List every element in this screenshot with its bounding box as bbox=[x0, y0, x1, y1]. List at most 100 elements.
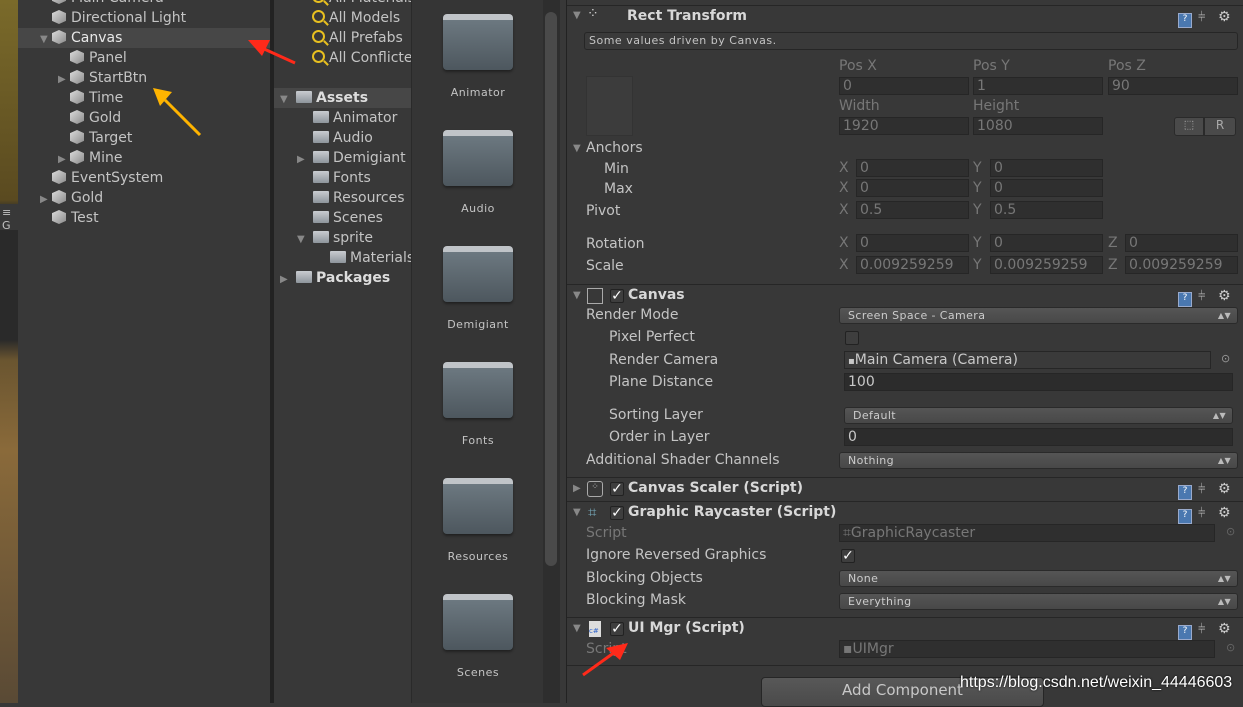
menu-icon[interactable]: ≡ bbox=[2, 206, 11, 219]
grid-folder[interactable]: Animator bbox=[442, 14, 514, 99]
gear-icon[interactable]: ⚙ bbox=[1218, 9, 1231, 25]
project-folder[interactable]: Animator bbox=[274, 108, 411, 128]
pixel-perfect-checkbox[interactable] bbox=[845, 331, 859, 345]
favorite-search[interactable]: All Models bbox=[312, 8, 400, 28]
anchor-preset-button[interactable] bbox=[586, 76, 633, 136]
canvas-scaler-enabled-checkbox[interactable]: ✓ bbox=[610, 482, 624, 496]
collapsed-arrow-icon[interactable]: ▶ bbox=[58, 150, 70, 170]
collapse-arrow-icon[interactable]: ▼ bbox=[573, 623, 581, 634]
canvas-component-header[interactable]: ▼ ✓ Canvas ? ⫩ ⚙ bbox=[567, 284, 1243, 307]
render-camera-field[interactable]: ▪Main Camera (Camera) bbox=[844, 351, 1211, 369]
expand-arrow-icon[interactable]: ▶ bbox=[573, 483, 581, 494]
gear-icon[interactable]: ⚙ bbox=[1218, 288, 1231, 304]
gear-icon[interactable]: ⚙ bbox=[1218, 481, 1231, 497]
project-folder[interactable]: ▶ Demigiant bbox=[274, 148, 411, 168]
ignore-reversed-checkbox[interactable]: ✓ bbox=[841, 549, 855, 563]
height-field[interactable]: 1080 bbox=[973, 117, 1103, 135]
minx-field[interactable]: 0 bbox=[856, 159, 969, 177]
favorite-search[interactable]: All Conflicted bbox=[312, 48, 411, 68]
gear-icon[interactable]: ⚙ bbox=[1218, 621, 1231, 637]
hierarchy-item[interactable]: Time bbox=[18, 88, 270, 108]
render-mode-dropdown[interactable]: Screen Space - Camera ▲▼ bbox=[839, 307, 1238, 324]
expanded-arrow-icon[interactable]: ▼ bbox=[40, 30, 52, 50]
favorite-search[interactable]: All Materials bbox=[312, 0, 411, 8]
miny-field[interactable]: 0 bbox=[990, 159, 1103, 177]
sorting-layer-dropdown[interactable]: Default ▲▼ bbox=[844, 407, 1233, 424]
hierarchy-item[interactable]: Panel bbox=[18, 48, 270, 68]
project-folder[interactable]: ▶ Packages bbox=[274, 268, 411, 288]
project-folder[interactable]: Fonts bbox=[274, 168, 411, 188]
rect-transform-header[interactable]: ▼ ⁘ Rect Transform ? ⫩ ⚙ bbox=[567, 5, 1243, 28]
collapsed-arrow-icon[interactable]: ▶ bbox=[40, 190, 52, 210]
rotz-field[interactable]: 0 bbox=[1125, 234, 1238, 252]
hierarchy-item[interactable]: ▶ Mine bbox=[18, 148, 270, 168]
maxy-field[interactable]: 0 bbox=[990, 179, 1103, 197]
hierarchy-item[interactable]: ▼ Canvas bbox=[18, 28, 270, 48]
project-folder[interactable]: Materials bbox=[274, 248, 411, 268]
canvas-enabled-checkbox[interactable]: ✓ bbox=[610, 289, 624, 303]
blocking-mask-dropdown[interactable]: Everything ▲▼ bbox=[839, 593, 1238, 610]
canvas-scaler-header[interactable]: ▶ ⁘ ✓ Canvas Scaler (Script) ? ⫩ ⚙ bbox=[567, 477, 1243, 500]
pos-z-field[interactable]: 90 bbox=[1108, 77, 1238, 95]
hierarchy-item[interactable]: Directional Light bbox=[18, 8, 270, 28]
project-folder[interactable]: Resources bbox=[274, 188, 411, 208]
hierarchy-item[interactable]: Main Camera bbox=[18, 0, 270, 8]
favorite-search[interactable]: All Prefabs bbox=[312, 28, 403, 48]
project-folder[interactable]: Audio bbox=[274, 128, 411, 148]
pivx-field[interactable]: 0.5 bbox=[856, 201, 969, 219]
help-icon[interactable]: ? bbox=[1178, 485, 1192, 500]
rotx-field[interactable]: 0 bbox=[856, 234, 969, 252]
maxx-field[interactable]: 0 bbox=[856, 179, 969, 197]
pivy-field[interactable]: 0.5 bbox=[990, 201, 1103, 219]
scz-field[interactable]: 0.009259259 bbox=[1125, 256, 1238, 274]
hierarchy-item[interactable]: Test bbox=[18, 208, 270, 228]
pos-x-field[interactable]: 0 bbox=[839, 77, 969, 95]
expanded-arrow-icon[interactable]: ▼ bbox=[280, 90, 296, 110]
help-icon[interactable]: ? bbox=[1178, 625, 1192, 640]
object-picker-icon[interactable]: ⊙ bbox=[1221, 352, 1230, 365]
grid-folder[interactable]: Audio bbox=[442, 130, 514, 215]
help-icon[interactable]: ? bbox=[1178, 13, 1192, 28]
hierarchy-item[interactable]: EventSystem bbox=[18, 168, 270, 188]
ui-mgr-header[interactable]: ▼ c# ✓ UI Mgr (Script) ? ⫩ ⚙ bbox=[567, 617, 1243, 640]
order-in-layer-field[interactable]: 0 bbox=[844, 428, 1233, 446]
grid-folder[interactable]: Resources bbox=[442, 478, 514, 563]
hierarchy-item[interactable]: ▶ StartBtn bbox=[18, 68, 270, 88]
graphic-raycaster-header[interactable]: ▼ ⌗ ✓ Graphic Raycaster (Script) ? ⫩ ⚙ bbox=[567, 501, 1243, 524]
raw-edit-button[interactable]: R bbox=[1204, 117, 1236, 136]
blueprint-mode-button[interactable]: ⬚ bbox=[1174, 117, 1204, 136]
ui-mgr-enabled-checkbox[interactable]: ✓ bbox=[610, 622, 624, 636]
scene-tab[interactable]: ≡ G bbox=[0, 204, 18, 232]
shader-channels-dropdown[interactable]: Nothing ▲▼ bbox=[839, 452, 1238, 469]
collapsed-arrow-icon[interactable]: ▶ bbox=[58, 70, 70, 90]
width-field[interactable]: 1920 bbox=[839, 117, 969, 135]
preset-icon[interactable]: ⫩ bbox=[1198, 10, 1212, 25]
project-folder[interactable]: Scenes bbox=[274, 208, 411, 228]
hierarchy-item[interactable]: ▶ Gold bbox=[18, 188, 270, 208]
grid-folder[interactable]: Demigiant bbox=[442, 246, 514, 331]
collapsed-arrow-icon[interactable]: ▶ bbox=[280, 270, 296, 290]
pos-y-field[interactable]: 1 bbox=[973, 77, 1103, 95]
grid-folder[interactable]: Fonts bbox=[442, 362, 514, 447]
preset-icon[interactable]: ⫩ bbox=[1198, 482, 1212, 497]
anchors-arrow-icon[interactable]: ▼ bbox=[573, 143, 581, 154]
project-folder[interactable]: ▼ Assets bbox=[274, 88, 411, 108]
collapse-arrow-icon[interactable]: ▼ bbox=[573, 507, 581, 518]
grid-folder[interactable]: Scenes bbox=[442, 594, 514, 679]
project-folder[interactable]: ▼ sprite bbox=[274, 228, 411, 248]
roty-field[interactable]: 0 bbox=[990, 234, 1103, 252]
plane-distance-field[interactable]: 100 bbox=[844, 373, 1233, 391]
preset-icon[interactable]: ⫩ bbox=[1198, 289, 1212, 304]
help-icon[interactable]: ? bbox=[1178, 292, 1192, 307]
preset-icon[interactable]: ⫩ bbox=[1198, 622, 1212, 637]
help-icon[interactable]: ? bbox=[1178, 509, 1192, 524]
collapse-arrow-icon[interactable]: ▼ bbox=[573, 10, 581, 21]
scy-field[interactable]: 0.009259259 bbox=[990, 256, 1103, 274]
raycaster-enabled-checkbox[interactable]: ✓ bbox=[610, 506, 624, 520]
hierarchy-item[interactable]: Gold bbox=[18, 108, 270, 128]
hierarchy-item[interactable]: Target bbox=[18, 128, 270, 148]
blocking-objects-dropdown[interactable]: None ▲▼ bbox=[839, 570, 1238, 587]
preset-icon[interactable]: ⫩ bbox=[1198, 506, 1212, 521]
collapsed-arrow-icon[interactable]: ▶ bbox=[297, 150, 313, 170]
project-scrollbar[interactable] bbox=[543, 0, 560, 703]
